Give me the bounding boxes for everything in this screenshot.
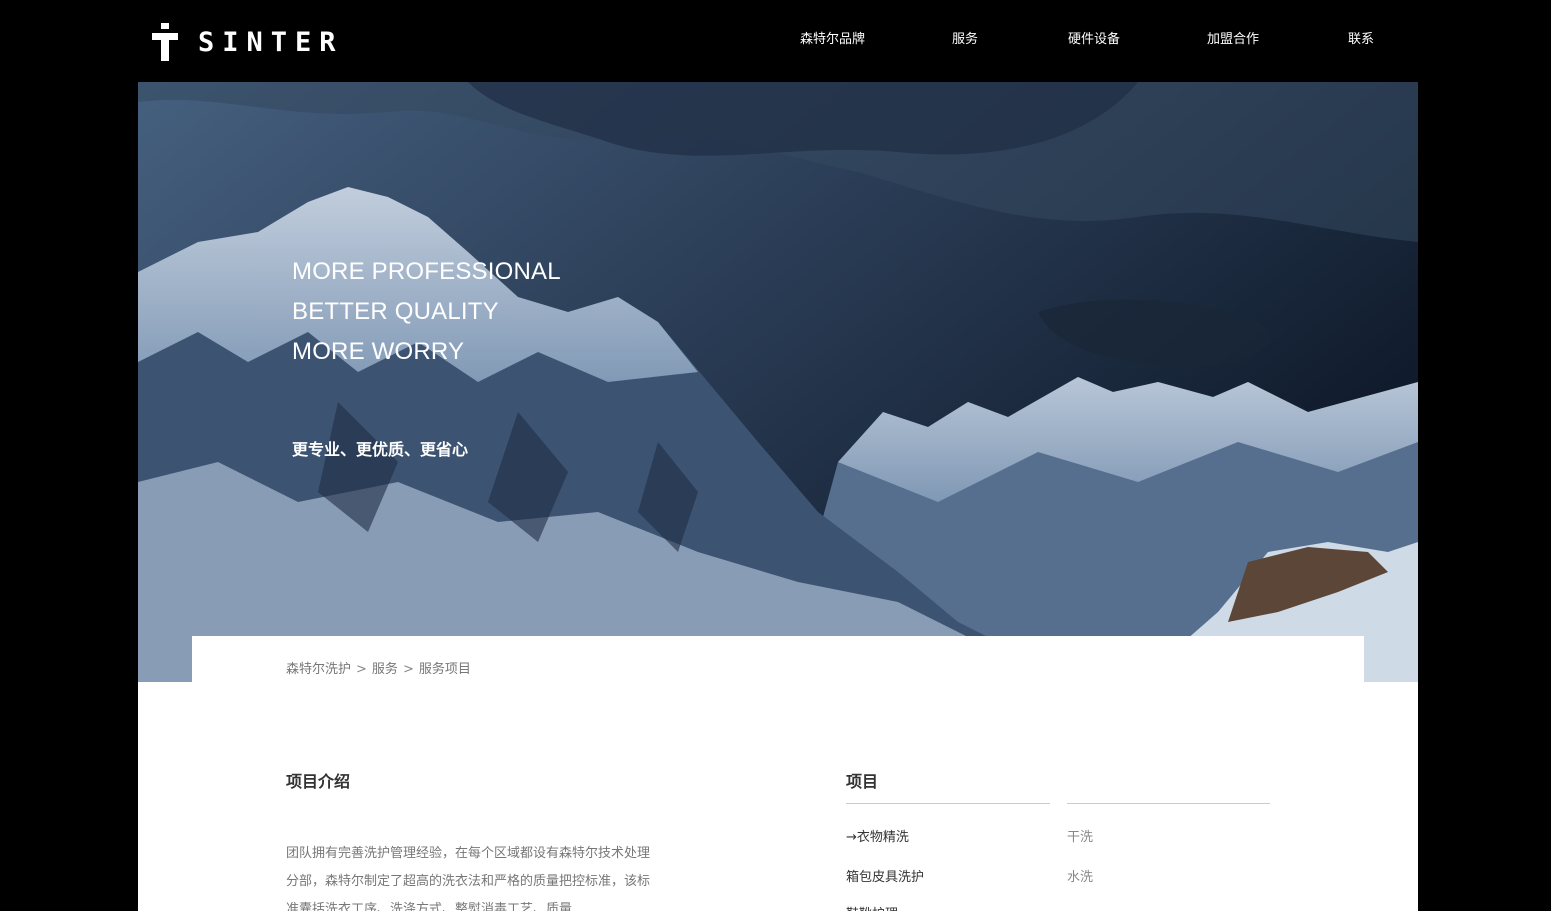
hero-headline: MORE PROFESSIONAL BETTER QUALITY MORE WO… bbox=[292, 252, 561, 372]
nav-item-services[interactable]: 服务 bbox=[952, 31, 978, 49]
intro-body: 团队拥有完善洗护管理经验，在每个区域都设有森特尔技术处理分部，森特尔制定了超高的… bbox=[286, 846, 651, 911]
breadcrumb-separator: > bbox=[356, 662, 367, 677]
projects-divider-right bbox=[1067, 803, 1270, 804]
breadcrumb-separator: > bbox=[402, 662, 414, 677]
breadcrumb-services[interactable]: 服务 bbox=[372, 662, 398, 677]
project-item-shoes[interactable]: 鞋靴护理 bbox=[846, 903, 898, 911]
breadcrumb: 森特尔洗护 > 服务 > 服务项目 bbox=[286, 658, 471, 677]
breadcrumb-home[interactable]: 森特尔洗护 bbox=[286, 662, 351, 677]
hero-line-3: MORE WORRY bbox=[292, 338, 465, 365]
hero-subtitle: 更专业、更优质、更省心 bbox=[292, 440, 469, 459]
hero-banner: MORE PROFESSIONAL BETTER QUALITY MORE WO… bbox=[138, 82, 1418, 682]
site-header: SINTER 森特尔品牌 服务 硬件设备 加盟合作 联系 bbox=[0, 0, 1551, 82]
nav-item-hardware[interactable]: 硬件设备 bbox=[1068, 31, 1120, 49]
project-item-wet-wash[interactable]: 水洗 bbox=[1067, 866, 1093, 885]
project-item-dry-clean[interactable]: 干洗 bbox=[1067, 826, 1093, 845]
project-item-clothing[interactable]: →衣物精洗 bbox=[846, 826, 909, 845]
project-item-bags[interactable]: 箱包皮具洗护 bbox=[846, 866, 924, 885]
nav-item-franchise[interactable]: 加盟合作 bbox=[1207, 31, 1259, 49]
breadcrumb-current: 服务项目 bbox=[418, 662, 471, 677]
intro-title: 项目介绍 bbox=[286, 772, 351, 791]
projects-divider-left bbox=[846, 803, 1050, 804]
projects-title: 项目 bbox=[846, 772, 879, 791]
main-nav: 森特尔品牌 服务 硬件设备 加盟合作 联系 bbox=[0, 31, 1551, 51]
mountain-background-image bbox=[138, 82, 1418, 682]
nav-item-brand[interactable]: 森特尔品牌 bbox=[800, 31, 865, 49]
hero-line-1: MORE PROFESSIONAL bbox=[292, 258, 561, 285]
hero-line-2: BETTER QUALITY bbox=[292, 298, 499, 325]
nav-item-contact[interactable]: 联系 bbox=[1348, 31, 1374, 49]
